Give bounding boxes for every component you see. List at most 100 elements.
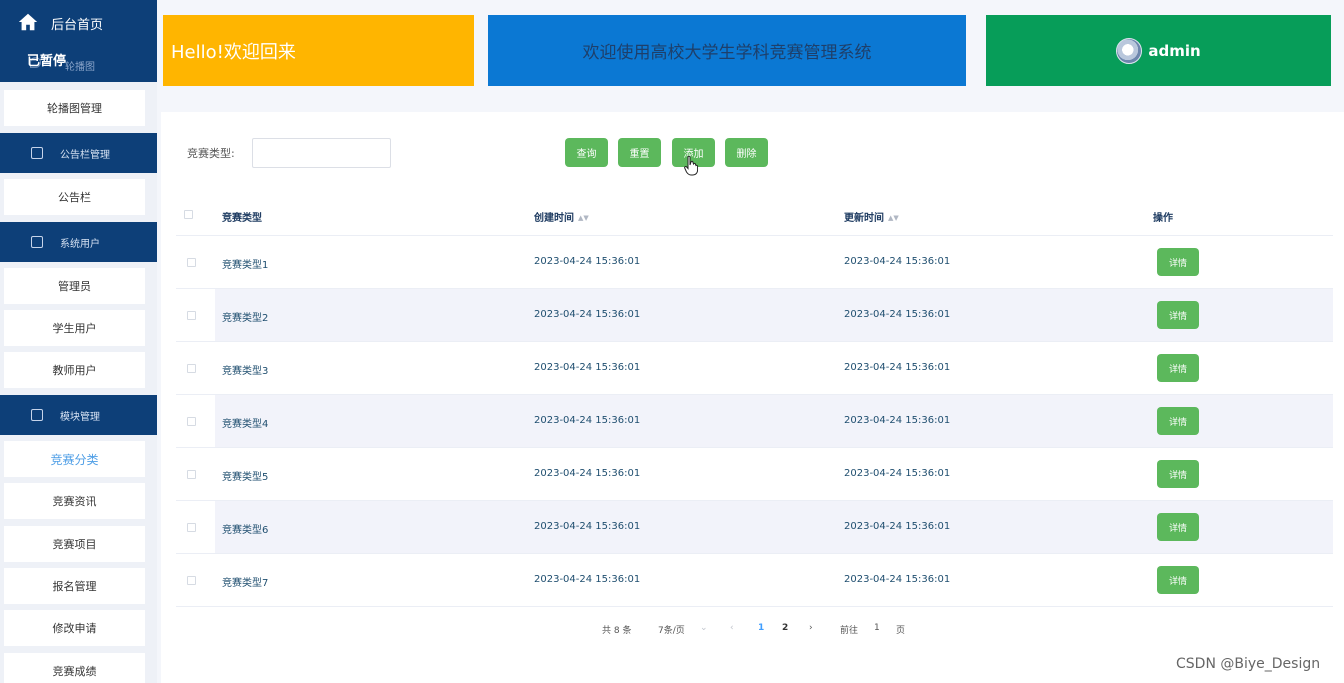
content-card: 竞赛类型: 查询 重置 添加 删除 竞赛类型 创建时间 ▲▼ 更新时间 ▲▼ 操作 … [161,112,1344,683]
detail-button[interactable]: 详情 [1157,248,1199,276]
filter-label: 竞赛类型: [187,147,235,160]
sidebar-group-label: 公告栏管理 [60,149,110,161]
row-checkbox[interactable] [187,523,196,532]
user-banner[interactable]: admin [986,15,1331,86]
cell-updated: 2023-04-24 15:36:01 [844,521,951,532]
sidebar-group-notice[interactable]: 公告栏管理 [0,133,157,173]
row-checkbox[interactable] [187,576,196,585]
row-checkbox[interactable] [187,258,196,267]
search-button[interactable]: 查询 [565,138,608,167]
next-page-icon[interactable]: › [809,623,813,633]
column-header-action: 操作 [1153,213,1173,224]
user-card-icon [31,236,43,248]
chevron-down-icon[interactable]: ⌄ [700,623,708,633]
table-row: 竞赛类型4 2023-04-24 15:36:01 2023-04-24 15:… [176,395,1333,448]
table-header: 竞赛类型 创建时间 ▲▼ 更新时间 ▲▼ 操作 [176,192,1333,236]
select-all-checkbox[interactable] [184,210,193,219]
category-search-input[interactable] [252,138,391,168]
sidebar-item-banner-manage[interactable]: 轮播图管理 [4,90,145,126]
cell-updated: 2023-04-24 15:36:01 [844,362,951,373]
sidebar-item-projects[interactable]: 竞赛项目 [4,526,145,562]
cell-type: 竞赛类型7 [222,578,269,589]
title-banner: 欢迎使用高校大学生学科竞赛管理系统 [488,15,966,86]
row-checkbox[interactable] [187,470,196,479]
row-checkbox[interactable] [187,311,196,320]
column-header-updated[interactable]: 更新时间 ▲▼ [844,209,899,224]
detail-button[interactable]: 详情 [1157,407,1199,435]
hand-cursor-icon [684,156,698,176]
detail-button[interactable]: 详情 [1157,301,1199,329]
cell-created: 2023-04-24 15:36:01 [534,309,641,320]
admin-page: 后台首页 已暂停 轮播图 轮播图管理 公告栏管理 公告栏 系统用户 管理员 学生… [0,0,1344,683]
watermark: CSDN @Biye_Design [1176,656,1321,672]
table-row: 竞赛类型6 2023-04-24 15:36:01 2023-04-24 15:… [176,501,1333,554]
reset-button[interactable]: 重置 [618,138,661,167]
sidebar-home-link[interactable]: 后台首页 [51,14,103,33]
cell-updated: 2023-04-24 15:36:01 [844,256,951,267]
delete-button[interactable]: 删除 [725,138,768,167]
cell-created: 2023-04-24 15:36:01 [534,362,641,373]
pagination-total: 共 8 条 [602,626,632,636]
column-header-label: 创建时间 [534,213,574,224]
avatar[interactable] [1116,37,1143,64]
sidebar-top: 后台首页 已暂停 轮播图 [0,0,157,82]
cell-created: 2023-04-24 15:36:01 [534,256,641,267]
cell-type: 竞赛类型1 [222,260,269,271]
cell-type: 竞赛类型2 [222,313,269,324]
sidebar-group-users[interactable]: 系统用户 [0,222,157,262]
cell-updated: 2023-04-24 15:36:01 [844,309,951,320]
sidebar-group-modules[interactable]: 模块管理 [0,395,157,435]
system-title: 欢迎使用高校大学生学科竞赛管理系统 [582,43,872,63]
edit-icon [31,147,43,159]
paused-overlay: 已暂停 [27,54,67,69]
detail-button[interactable]: 详情 [1157,460,1199,488]
greeting-banner: Hello!欢迎回来 [163,15,474,86]
cell-type: 竞赛类型3 [222,366,269,377]
home-icon[interactable] [17,11,39,33]
cell-created: 2023-04-24 15:36:01 [534,415,641,426]
detail-button[interactable]: 详情 [1157,513,1199,541]
goto-label: 前往 [840,626,859,636]
column-header-created[interactable]: 创建时间 ▲▼ [534,209,589,224]
cell-type: 竞赛类型6 [222,525,269,536]
detail-button[interactable]: 详情 [1157,566,1199,594]
detail-button[interactable]: 详情 [1157,354,1199,382]
sidebar-item-student[interactable]: 学生用户 [4,310,145,346]
row-checkbox[interactable] [187,364,196,373]
sidebar-item-admin[interactable]: 管理员 [4,268,145,304]
sidebar-group-label: 模块管理 [60,411,100,423]
sidebar-item-registration[interactable]: 报名管理 [4,568,145,604]
cell-type: 竞赛类型4 [222,419,269,430]
row-checkbox[interactable] [187,417,196,426]
cell-updated: 2023-04-24 15:36:01 [844,574,951,585]
sidebar-group-label: 系统用户 [60,238,100,250]
sort-icon[interactable]: ▲▼ [888,214,899,222]
sidebar-item-category[interactable]: 竞赛分类 [4,441,145,477]
cell-updated: 2023-04-24 15:36:01 [844,415,951,426]
prev-page-icon[interactable]: ‹ [730,623,734,633]
sidebar-item-teacher[interactable]: 教师用户 [4,352,145,388]
table-row: 竞赛类型1 2023-04-24 15:36:01 2023-04-24 15:… [176,236,1333,289]
page-suffix: 页 [896,626,906,636]
sidebar-sub-label[interactable]: 轮播图 [65,58,95,73]
pagination: 共 8 条 7条/页 ⌄ ‹ 1 2 › 前往 1 页 [161,623,1344,637]
sidebar-item-scores[interactable]: 竞赛成绩 [4,653,145,683]
greeting-text: Hello!欢迎回来 [171,41,296,63]
table-row: 竞赛类型7 2023-04-24 15:36:01 2023-04-24 15:… [176,554,1333,607]
table-row: 竞赛类型5 2023-04-24 15:36:01 2023-04-24 15:… [176,448,1333,501]
sidebar-item-notice[interactable]: 公告栏 [4,179,145,215]
cell-created: 2023-04-24 15:36:01 [534,468,641,479]
table-row: 竞赛类型3 2023-04-24 15:36:01 2023-04-24 15:… [176,342,1333,395]
column-header-type: 竞赛类型 [222,213,262,224]
chart-icon [31,409,43,421]
table-row: 竞赛类型2 2023-04-24 15:36:01 2023-04-24 15:… [176,289,1333,342]
page-number[interactable]: 2 [782,623,788,633]
sidebar-item-modify-request[interactable]: 修改申请 [4,610,145,646]
sidebar-item-news[interactable]: 竞赛资讯 [4,483,145,519]
username[interactable]: admin [1148,42,1200,60]
sort-icon[interactable]: ▲▼ [578,214,589,222]
page-number-current[interactable]: 1 [758,623,764,633]
goto-page-input[interactable]: 1 [874,623,880,633]
page-size-select[interactable]: 7条/页 [658,623,685,636]
cell-created: 2023-04-24 15:36:01 [534,574,641,585]
